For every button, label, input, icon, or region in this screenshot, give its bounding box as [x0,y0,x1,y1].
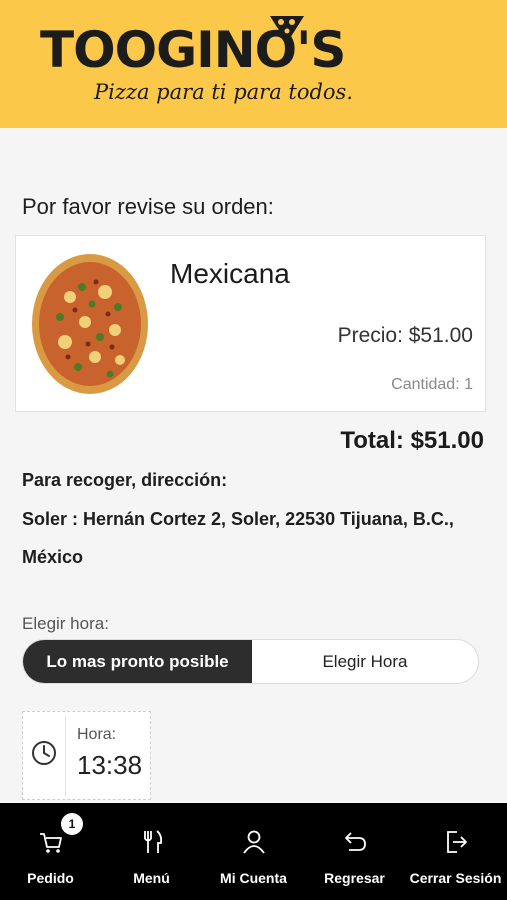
tab-label: Regresar [324,870,385,886]
tab-menu[interactable]: Menú [101,803,202,900]
cart-icon [39,833,62,853]
pizza-image [32,254,148,394]
bottom-tab-bar: 1 Pedido Menú Mi Cuenta Regresar Cerrar … [0,803,507,900]
time-value: 13:38 [77,750,143,780]
order-total: Total: $51.00 [340,427,484,454]
item-quantity: Cantidad: 1 [391,376,473,393]
order-item-card: Mexicana Precio: $51.00 Cantidad: 1 [15,235,486,412]
choose-time-option[interactable]: Elegir Hora [252,640,478,683]
app-header: TOOGINO'S Pizza para ti para todos. [0,0,507,128]
time-divider [65,716,66,796]
pizza-slice-icon [270,16,304,43]
tab-pedido[interactable]: 1 Pedido [0,803,101,900]
time-caption: Hora: [77,726,117,743]
tab-label: Mi Cuenta [220,870,287,886]
back-icon [344,832,366,851]
pickup-address: Soler : Hernán Cortez 2, Soler, 22530 Ti… [22,509,454,567]
brand-tagline: Pizza para ti para todos. [94,80,354,104]
item-price: Precio: $51.00 [337,324,473,347]
tab-regresar[interactable]: Regresar [304,803,405,900]
cart-badge: 1 [61,813,83,835]
asap-option[interactable]: Lo mas pronto posible [23,640,252,683]
tab-mi-cuenta[interactable]: Mi Cuenta [203,803,304,900]
tab-label: Menú [133,870,170,886]
clock-icon [32,741,56,765]
time-choice-segmented-control: Lo mas pronto posible Elegir Hora [22,639,479,684]
pickup-label: Para recoger, dirección: [22,470,228,490]
user-icon [242,830,265,854]
page-title: Por favor revise su orden: [22,194,274,219]
pickup-time-box[interactable]: Hora: 13:38 [22,711,151,800]
item-name: Mexicana [170,258,290,289]
fork-knife-icon [143,830,162,853]
tab-cerrar-sesion[interactable]: Cerrar Sesión [405,803,506,900]
tab-label: Cerrar Sesión [409,870,502,886]
time-choice-label: Elegir hora: [22,614,109,633]
tab-label: Pedido [27,870,74,886]
logout-icon [446,831,467,853]
